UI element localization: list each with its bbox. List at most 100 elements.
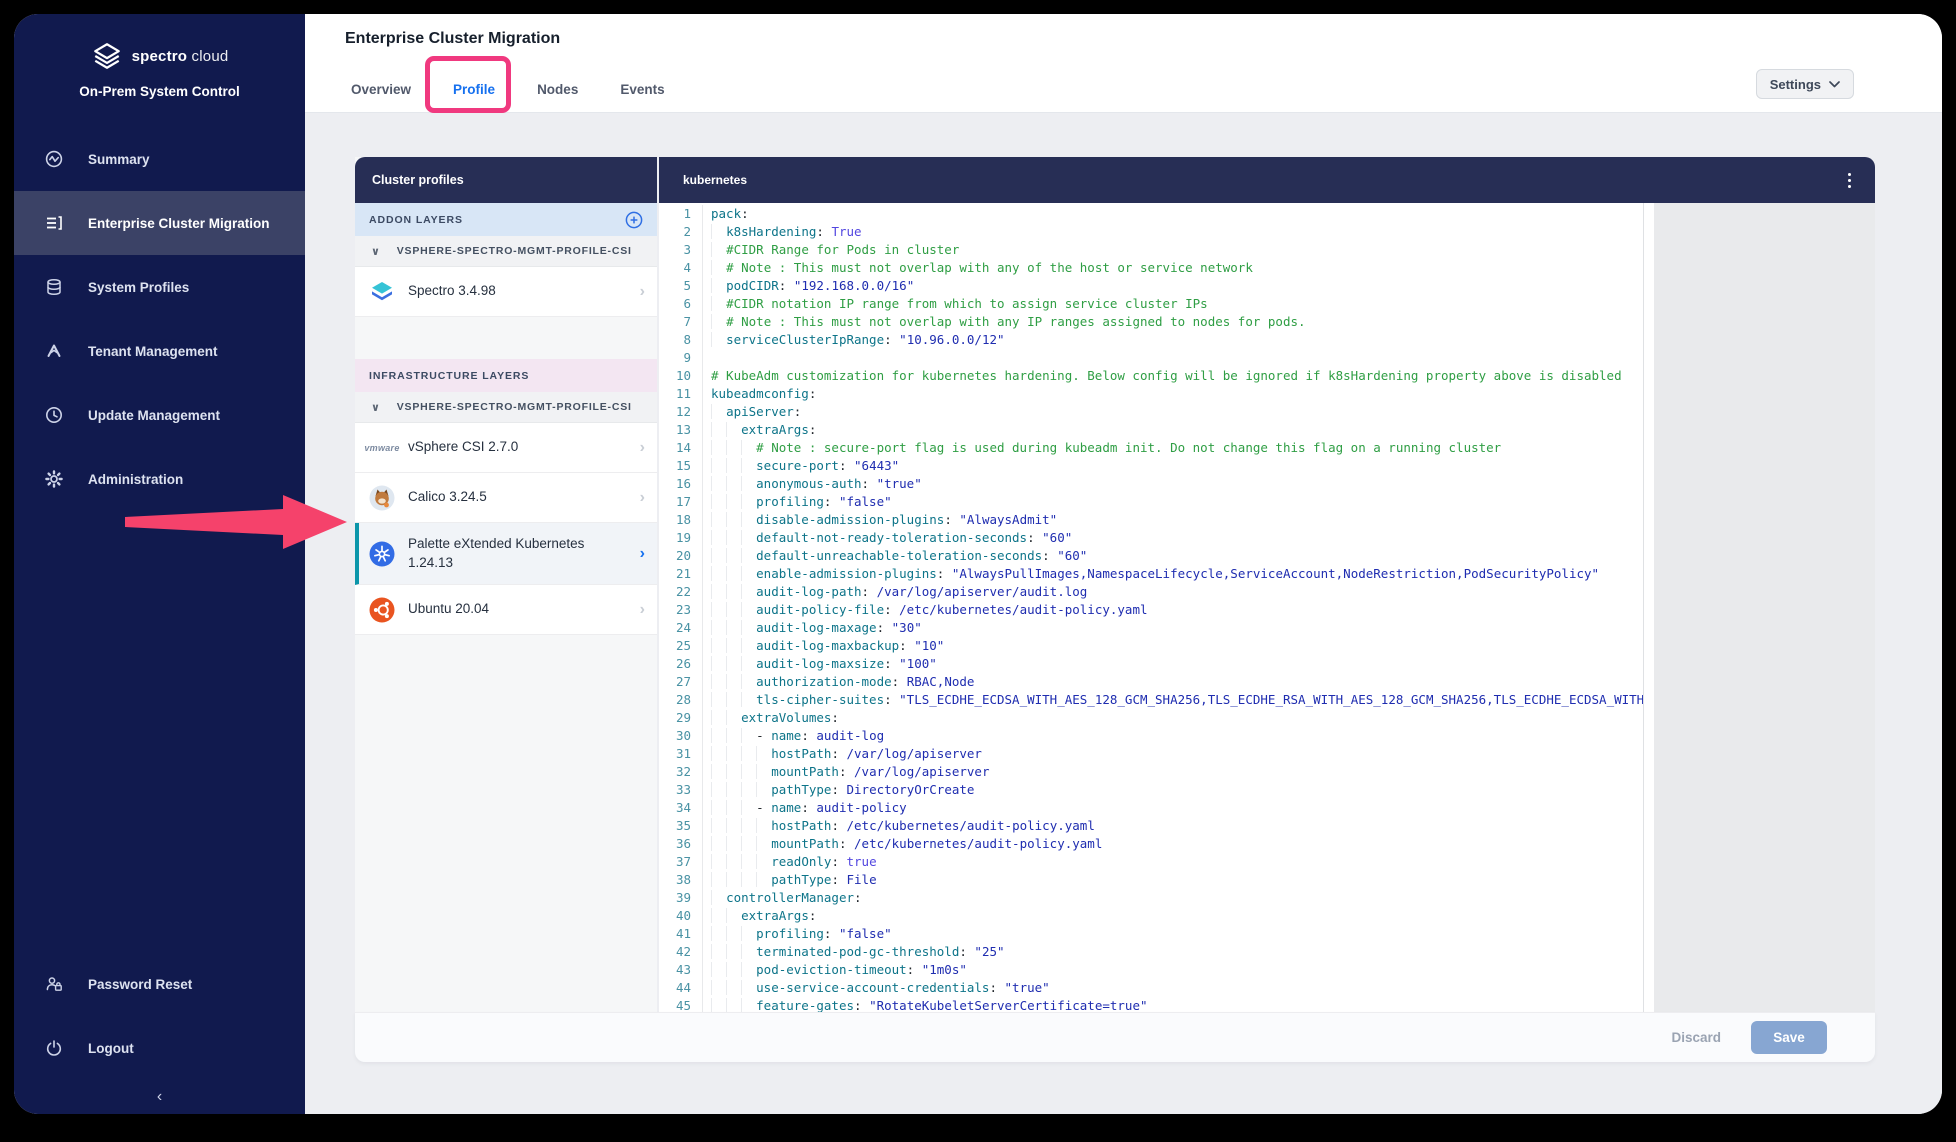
line-number: 23 (659, 601, 703, 619)
infra-profile-group[interactable]: ∨ VSPHERE-SPECTRO-MGMT-PROFILE-CSI (355, 392, 657, 423)
code-line[interactable]: 4 # Note : This must not overlap with an… (659, 259, 1643, 277)
line-number: 38 (659, 871, 703, 889)
line-number: 10 (659, 367, 703, 385)
code-line[interactable]: 38 pathType: File (659, 871, 1643, 889)
layer-item-label: Ubuntu 20.04 (408, 600, 627, 618)
code-line[interactable]: 21 enable-admission-plugins: "AlwaysPull… (659, 565, 1643, 583)
code-line[interactable]: 24 audit-log-maxage: "30" (659, 619, 1643, 637)
code-line[interactable]: 13 extraArgs: (659, 421, 1643, 439)
line-number: 32 (659, 763, 703, 781)
code-line[interactable]: 15 secure-port: "6443" (659, 457, 1643, 475)
code-line[interactable]: 27 authorization-mode: RBAC,Node (659, 673, 1643, 691)
sidebar-item-administration[interactable]: Administration (14, 447, 305, 511)
editor-action-bar: Discard Save (355, 1012, 1875, 1062)
code-line[interactable]: 42 terminated-pod-gc-threshold: "25" (659, 943, 1643, 961)
cluster-profiles-title: Cluster profiles (372, 173, 464, 187)
chevron-down-icon (1829, 81, 1840, 88)
sidebar-item-label: System Profiles (88, 280, 189, 295)
code-line[interactable]: 26 audit-log-maxsize: "100" (659, 655, 1643, 673)
tab-nodes[interactable]: Nodes (537, 82, 578, 112)
code-line[interactable]: 32 mountPath: /var/log/apiserver (659, 763, 1643, 781)
line-number: 13 (659, 421, 703, 439)
code-line[interactable]: 36 mountPath: /etc/kubernetes/audit-poli… (659, 835, 1643, 853)
sidebar-item-label: Password Reset (88, 977, 192, 992)
sidebar-collapse-button[interactable]: ‹ (14, 1080, 305, 1114)
layer-item-palette-extended-kubernetes[interactable]: Palette eXtended Kubernetes 1.24.13 › (355, 523, 657, 585)
code-line[interactable]: 14 # Note : secure-port flag is used dur… (659, 439, 1643, 457)
code-line[interactable]: 25 audit-log-maxbackup: "10" (659, 637, 1643, 655)
settings-button[interactable]: Settings (1756, 69, 1854, 99)
code-line[interactable]: 34 - name: audit-policy (659, 799, 1643, 817)
code-line[interactable]: 1pack: (659, 205, 1643, 223)
sidebar-nav: Summary Enterprise Cluster Migration Sys… (14, 127, 305, 511)
sidebar-item-update-management[interactable]: Update Management (14, 383, 305, 447)
addon-profile-group[interactable]: ∨ VSPHERE-SPECTRO-MGMT-PROFILE-CSI (355, 236, 657, 267)
code-line[interactable]: 39 controllerManager: (659, 889, 1643, 907)
code-line[interactable]: 37 readOnly: true (659, 853, 1643, 871)
activity-icon (44, 149, 64, 169)
save-button[interactable]: Save (1751, 1021, 1827, 1054)
code-line[interactable]: 40 extraArgs: (659, 907, 1643, 925)
code-line[interactable]: 29 extraVolumes: (659, 709, 1643, 727)
sidebar-item-system-profiles[interactable]: System Profiles (14, 255, 305, 319)
code-line[interactable]: 30 - name: audit-log (659, 727, 1643, 745)
line-number: 6 (659, 295, 703, 313)
sidebar-item-logout[interactable]: Logout (14, 1016, 305, 1080)
sidebar-item-password-reset[interactable]: Password Reset (14, 952, 305, 1016)
code-line[interactable]: 7 # Note : This must not overlap with an… (659, 313, 1643, 331)
code-line[interactable]: 12 apiServer: (659, 403, 1643, 421)
code-line[interactable]: 8 serviceClusterIpRange: "10.96.0.0/12" (659, 331, 1643, 349)
code-line[interactable]: 10# KubeAdm customization for kubernetes… (659, 367, 1643, 385)
infrastructure-layers-label: INFRASTRUCTURE LAYERS (369, 370, 529, 382)
tab-overview[interactable]: Overview (351, 82, 411, 112)
code-line[interactable]: 11kubeadmconfig: (659, 385, 1643, 403)
sidebar-item-summary[interactable]: Summary (14, 127, 305, 191)
code-line[interactable]: 43 pod-eviction-timeout: "1m0s" (659, 961, 1643, 979)
code-line[interactable]: 23 audit-policy-file: /etc/kubernetes/au… (659, 601, 1643, 619)
code-line[interactable]: 22 audit-log-path: /var/log/apiserver/au… (659, 583, 1643, 601)
yaml-editor[interactable]: 1pack:2 k8sHardening: True3 #CIDR Range … (659, 203, 1643, 1012)
discard-button[interactable]: Discard (1671, 1030, 1721, 1045)
editor-scrollbar-track[interactable] (1643, 203, 1654, 1012)
layer-item-calico[interactable]: Calico 3.24.5 › (355, 473, 657, 523)
line-number: 5 (659, 277, 703, 295)
code-line[interactable]: 6 #CIDR notation IP range from which to … (659, 295, 1643, 313)
code-line[interactable]: 28 tls-cipher-suites: "TLS_ECDHE_ECDSA_W… (659, 691, 1643, 709)
code-line[interactable]: 44 use-service-account-credentials: "tru… (659, 979, 1643, 997)
code-line[interactable]: 20 default-unreachable-toleration-second… (659, 547, 1643, 565)
code-line[interactable]: 35 hostPath: /etc/kubernetes/audit-polic… (659, 817, 1643, 835)
layer-item-ubuntu[interactable]: Ubuntu 20.04 › (355, 585, 657, 635)
editor-body: 1pack:2 k8sHardening: True3 #CIDR Range … (659, 203, 1875, 1012)
code-line[interactable]: 18 disable-admission-plugins: "AlwaysAdm… (659, 511, 1643, 529)
sidebar: spectro cloud On-Prem System Control Sum… (14, 14, 305, 1114)
tab-events[interactable]: Events (620, 82, 664, 112)
tab-profile[interactable]: Profile (453, 82, 495, 112)
brand-light: cloud (192, 48, 229, 65)
sidebar-item-label: Update Management (88, 408, 220, 423)
add-layer-button[interactable] (625, 211, 643, 229)
code-line[interactable]: 16 anonymous-auth: "true" (659, 475, 1643, 493)
code-line[interactable]: 31 hostPath: /var/log/apiserver (659, 745, 1643, 763)
line-number: 30 (659, 727, 703, 745)
code-line[interactable]: 2 k8sHardening: True (659, 223, 1643, 241)
sidebar-item-label: Administration (88, 472, 183, 487)
code-line[interactable]: 33 pathType: DirectoryOrCreate (659, 781, 1643, 799)
line-number: 15 (659, 457, 703, 475)
sidebar-item-tenant-management[interactable]: Tenant Management (14, 319, 305, 383)
code-line[interactable]: 45 feature-gates: "RotateKubeletServerCe… (659, 997, 1643, 1012)
line-number: 42 (659, 943, 703, 961)
code-line[interactable]: 5 podCIDR: "192.168.0.0/16" (659, 277, 1643, 295)
editor-title: kubernetes (683, 173, 747, 187)
code-line[interactable]: 19 default-not-ready-toleration-seconds:… (659, 529, 1643, 547)
layer-item-vsphere-csi[interactable]: vmware vSphere CSI 2.7.0 › (355, 423, 657, 473)
code-line[interactable]: 3 #CIDR Range for Pods in cluster (659, 241, 1643, 259)
line-number: 14 (659, 439, 703, 457)
layer-item-spectro[interactable]: Spectro 3.4.98 › (355, 267, 657, 317)
chevron-left-icon: ‹ (157, 1088, 162, 1106)
code-line[interactable]: 9 (659, 349, 1643, 367)
kebab-menu-icon[interactable] (1844, 169, 1855, 192)
sidebar-item-enterprise-cluster-migration[interactable]: Enterprise Cluster Migration (14, 191, 305, 255)
chevron-down-icon: ∨ (371, 245, 381, 258)
code-line[interactable]: 41 profiling: "false" (659, 925, 1643, 943)
code-line[interactable]: 17 profiling: "false" (659, 493, 1643, 511)
